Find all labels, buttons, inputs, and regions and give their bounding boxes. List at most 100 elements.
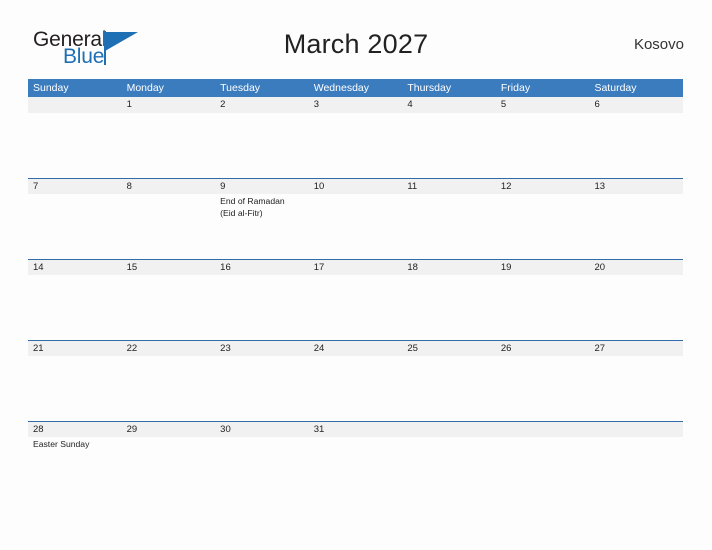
day-cell[interactable] [309, 194, 403, 259]
week-event-body [28, 356, 683, 421]
date-number[interactable]: 15 [122, 260, 216, 275]
date-number[interactable]: 1 [122, 97, 216, 113]
day-cell[interactable] [589, 194, 683, 259]
day-cell[interactable] [402, 437, 496, 502]
day-cell[interactable] [215, 113, 309, 178]
day-cell[interactable] [589, 437, 683, 502]
week-date-bar: 28 29 30 31 [28, 421, 683, 437]
date-number[interactable]: 25 [402, 341, 496, 356]
calendar-week-row: 28 29 30 31 Easter Sunday [28, 421, 683, 502]
page-header: General Blue March 2027 Kosovo [28, 24, 684, 70]
date-number[interactable]: 22 [122, 341, 216, 356]
dow-thursday: Thursday [407, 82, 452, 94]
date-number[interactable]: 5 [496, 97, 590, 113]
date-number[interactable]: 24 [309, 341, 403, 356]
date-number[interactable]: 20 [589, 260, 683, 275]
day-cell[interactable] [402, 356, 496, 421]
date-number[interactable]: 12 [496, 179, 590, 194]
day-cell[interactable]: End of Ramadan (Eid al-Fitr) [215, 194, 309, 259]
holiday-label: End of Ramadan [220, 196, 285, 206]
date-number-empty [589, 422, 683, 437]
date-number[interactable]: 2 [215, 97, 309, 113]
day-cell[interactable] [589, 113, 683, 178]
date-number[interactable]: 6 [589, 97, 683, 113]
date-number[interactable]: 18 [402, 260, 496, 275]
location-label: Kosovo [633, 36, 684, 53]
calendar-grid: Sunday Monday Tuesday Wednesday Thursday… [28, 79, 683, 502]
date-number[interactable]: 21 [28, 341, 122, 356]
day-of-week-header: Sunday Monday Tuesday Wednesday Thursday… [28, 79, 683, 97]
date-number[interactable]: 30 [215, 422, 309, 437]
dow-tuesday: Tuesday [220, 82, 261, 94]
dow-monday: Monday [126, 82, 164, 94]
day-cell[interactable] [28, 113, 122, 178]
date-number[interactable]: 31 [309, 422, 403, 437]
day-cell[interactable] [28, 275, 122, 340]
week-event-body [28, 275, 683, 340]
dow-wednesday: Wednesday [313, 82, 369, 94]
date-number-empty [402, 422, 496, 437]
day-cell[interactable] [122, 194, 216, 259]
dow-sunday: Sunday [33, 82, 69, 94]
day-cell[interactable] [589, 356, 683, 421]
date-number[interactable]: 28 [28, 422, 122, 437]
day-cell[interactable]: Easter Sunday [28, 437, 122, 502]
day-cell[interactable] [496, 194, 590, 259]
date-number[interactable]: 8 [122, 179, 216, 194]
date-number[interactable]: 23 [215, 341, 309, 356]
day-cell[interactable] [215, 437, 309, 502]
day-cell[interactable] [215, 275, 309, 340]
day-cell[interactable] [309, 437, 403, 502]
calendar-page: General Blue March 2027 Kosovo Sunday Mo… [0, 0, 712, 550]
date-number[interactable]: 29 [122, 422, 216, 437]
date-number-empty [496, 422, 590, 437]
date-number[interactable]: 4 [402, 97, 496, 113]
date-number[interactable]: 13 [589, 179, 683, 194]
calendar-week-row: 21 22 23 24 25 26 27 [28, 340, 683, 421]
page-title: March 2027 [283, 29, 429, 59]
calendar-weeks: 1 2 3 4 5 6 7 8 9 10 11 12 13 End of Ramadan (Eid al-F… [28, 97, 683, 502]
calendar-week-row: 14 15 16 17 18 19 20 [28, 259, 683, 340]
day-cell[interactable] [309, 275, 403, 340]
calendar-week-row: 123456 [28, 97, 683, 178]
date-number[interactable]: 17 [309, 260, 403, 275]
day-cell[interactable] [402, 113, 496, 178]
day-cell[interactable] [496, 275, 590, 340]
date-number[interactable]: 26 [496, 341, 590, 356]
day-cell[interactable] [215, 356, 309, 421]
day-cell[interactable] [28, 356, 122, 421]
holiday-label: Easter Sunday [33, 439, 90, 449]
day-cell[interactable] [122, 275, 216, 340]
week-date-bar: 21 22 23 24 25 26 27 [28, 340, 683, 356]
week-event-body [28, 113, 683, 178]
date-number[interactable]: 14 [28, 260, 122, 275]
week-date-bar: 14 15 16 17 18 19 20 [28, 259, 683, 275]
date-number-empty [28, 97, 122, 113]
week-event-body: End of Ramadan (Eid al-Fitr) [28, 194, 683, 259]
week-date-bar: 7 8 9 10 11 12 13 [28, 178, 683, 194]
day-cell[interactable] [496, 356, 590, 421]
calendar-week-row: 7 8 9 10 11 12 13 End of Ramadan (Eid al-Fitr) [28, 178, 683, 259]
date-number[interactable]: 19 [496, 260, 590, 275]
day-cell[interactable] [122, 356, 216, 421]
date-number[interactable]: 11 [402, 179, 496, 194]
dow-friday: Friday [500, 82, 531, 94]
date-number[interactable]: 16 [215, 260, 309, 275]
date-number[interactable]: 9 [215, 179, 309, 194]
date-number[interactable]: 10 [309, 179, 403, 194]
day-cell[interactable] [402, 275, 496, 340]
day-cell[interactable] [496, 113, 590, 178]
day-cell[interactable] [496, 437, 590, 502]
day-cell[interactable] [122, 437, 216, 502]
day-cell[interactable] [402, 194, 496, 259]
date-number[interactable]: 27 [589, 341, 683, 356]
day-cell[interactable] [589, 275, 683, 340]
holiday-label: (Eid al-Fitr) [220, 207, 263, 218]
day-cell[interactable] [309, 356, 403, 421]
date-number[interactable]: 3 [309, 97, 403, 113]
day-cell[interactable] [309, 113, 403, 178]
day-cell[interactable] [28, 194, 122, 259]
date-number[interactable]: 7 [28, 179, 122, 194]
day-cell[interactable] [122, 113, 216, 178]
week-date-bar: 123456 [28, 97, 683, 113]
